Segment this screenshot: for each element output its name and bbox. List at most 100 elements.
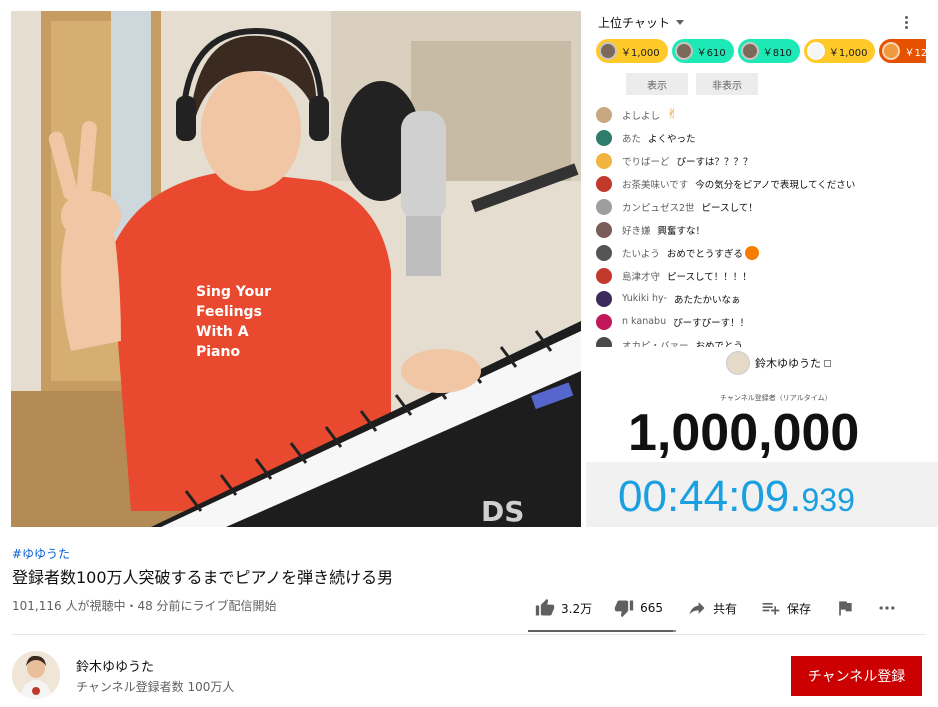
chat-message: Yukiki hy- あたたかいなぁ (596, 287, 926, 310)
svg-text:Piano: Piano (196, 344, 240, 360)
like-count: 3.2万 (561, 601, 593, 616)
emoji-icon (744, 245, 759, 260)
message-text: ピースして！ (701, 202, 758, 214)
avatar (674, 42, 693, 60)
avatar (596, 290, 612, 307)
chat-message: n kanabu ぴーすぴーす！！ (596, 310, 926, 333)
message-text: ✌ (667, 107, 678, 122)
message-author[interactable]: オカピ・バァー (622, 338, 689, 348)
thumb-up-icon (535, 598, 555, 616)
message-text: ぴーすは？？？？ (676, 156, 753, 168)
message-author[interactable]: たいよう (622, 246, 660, 260)
more-vert-icon[interactable] (898, 14, 914, 30)
chat-message: よしよし ✌ (596, 103, 926, 126)
avatar (596, 221, 612, 238)
channel-owner: 鈴木ゆゆうた チャンネル登録者数 100万人 (12, 651, 234, 699)
ticker-item[interactable]: ￥1,000 (803, 39, 876, 63)
ticker-item[interactable]: ￥810 (737, 39, 800, 63)
avatar (596, 152, 612, 169)
message-author[interactable]: 島津才守 (622, 269, 660, 283)
avatar[interactable] (12, 651, 60, 699)
chat-message: あた よくやった (596, 126, 926, 149)
ticker-item[interactable]: ￥610 (671, 39, 734, 63)
svg-text:With A: With A (196, 324, 249, 340)
share-label: 共有 (713, 601, 738, 616)
report-button[interactable] (835, 598, 855, 618)
avatar (740, 42, 759, 60)
avatar (596, 106, 612, 123)
message-author[interactable]: お茶美味いです (622, 177, 688, 191)
owner-info: 鈴木ゆゆうた チャンネル登録者数 100万人 (76, 656, 234, 695)
avatar (882, 42, 901, 60)
view-info: 101,116 人が視聴中・48 分前にライブ配信開始 (12, 599, 277, 613)
message-author[interactable]: 好き嫌 (622, 223, 651, 237)
video-title: 登録者数100万人突破するまでピアノを弾き続ける男 (12, 568, 394, 587)
playlist-add-icon (762, 603, 780, 615)
share-button[interactable]: 共有 (687, 598, 737, 618)
svg-text:Feelings: Feelings (196, 304, 262, 320)
like-button[interactable]: 3.2万 (535, 598, 592, 618)
chat-message: 島津才守 ピースして！！！！ (596, 264, 926, 287)
chat-toggle-row: 表示 非表示 (586, 69, 926, 97)
chat-header: 上位チャット (586, 11, 926, 33)
avatar (726, 351, 750, 375)
avatar (596, 244, 612, 261)
channel-name[interactable]: 鈴木ゆゆうた (76, 656, 234, 675)
chat-message: 好き嫌 興奮すな！ (596, 218, 926, 241)
message-author[interactable]: よしよし (622, 108, 660, 122)
message-text: 今の気分をピアノで表現してください (695, 179, 856, 191)
dislike-count: 665 (640, 601, 663, 615)
avatar (596, 336, 612, 347)
ticker-item[interactable]: ￥12,0 (879, 39, 926, 63)
subscriber-count: 1,000,000 (628, 404, 860, 462)
badge-icon (824, 360, 831, 367)
message-author[interactable]: カンピュゼス2世 (622, 200, 695, 214)
chevron-down-icon (675, 19, 684, 25)
save-button[interactable]: 保存 (761, 598, 811, 618)
super-chat-ticker: ￥1,000 ￥610 ￥810 ￥1,000 ￥12,0 (586, 33, 926, 69)
timer-main: 00:44:09. (618, 472, 802, 521)
avatar (596, 313, 612, 330)
action-bar: 3.2万 665 共有 保存 (535, 597, 897, 619)
counter-subtitle: チャンネル登録者（リアルタイム） (720, 394, 832, 402)
chat-message: オカピ・バァー おめでとう (596, 333, 926, 347)
chat-messages: よしよし ✌ あた よくやった でりばーど ぴーすは？？？？ お茶美味いです 今の気分を… (586, 97, 926, 347)
flag-icon (839, 601, 852, 616)
save-label: 保存 (787, 601, 812, 616)
thumb-down-icon (614, 600, 634, 618)
avatar (806, 42, 825, 60)
hide-button[interactable]: 非表示 (696, 73, 758, 95)
svg-text:DS: DS (481, 495, 524, 527)
avatar (599, 42, 617, 60)
message-author[interactable]: あた (622, 131, 641, 145)
message-text: ピースして！！！！ (667, 271, 752, 283)
message-text: ぴーすぴーす！！ (673, 317, 750, 329)
live-chat: 上位チャット ￥1,000 ￥610 ￥810 ￥1,000 ￥12,0 表示 … (586, 11, 926, 347)
message-author[interactable]: Yukiki hy- (622, 293, 667, 304)
timer-ms: 939 (801, 482, 855, 518)
chat-mode-selector[interactable]: 上位チャット (598, 14, 684, 31)
sentiment-bar (528, 630, 676, 632)
dislike-button[interactable]: 665 (614, 598, 663, 618)
message-text: あたたかいなぁ (673, 294, 741, 306)
video-player[interactable]: Sing Your Feelings With A Piano DS (11, 11, 581, 527)
share-icon (689, 602, 705, 615)
avatar (596, 198, 612, 215)
counter-channel-name: 鈴木ゆゆうた (755, 355, 831, 371)
message-author[interactable]: でりばーど (622, 154, 670, 168)
chat-title: 上位チャット (598, 15, 670, 30)
divider (12, 634, 926, 635)
video-frame: Sing Your Feelings With A Piano DS (11, 11, 581, 527)
chat-message: たいよう おめでとうすぎる (596, 241, 926, 264)
avatar (596, 175, 612, 192)
hashtag-link[interactable]: #ゆゆうた (12, 545, 70, 562)
subscribe-button[interactable]: チャンネル登録 (791, 656, 922, 696)
show-button[interactable]: 表示 (626, 73, 688, 95)
svg-text:Sing Your: Sing Your (196, 284, 271, 300)
sentiment-bar-fill (528, 630, 674, 632)
timer-panel: 00:44:09.939 (586, 462, 938, 527)
more-button[interactable] (877, 598, 897, 618)
ticker-item[interactable]: ￥1,000 (596, 39, 668, 63)
message-text: よくやった (648, 133, 696, 145)
message-author[interactable]: n kanabu (622, 316, 666, 327)
